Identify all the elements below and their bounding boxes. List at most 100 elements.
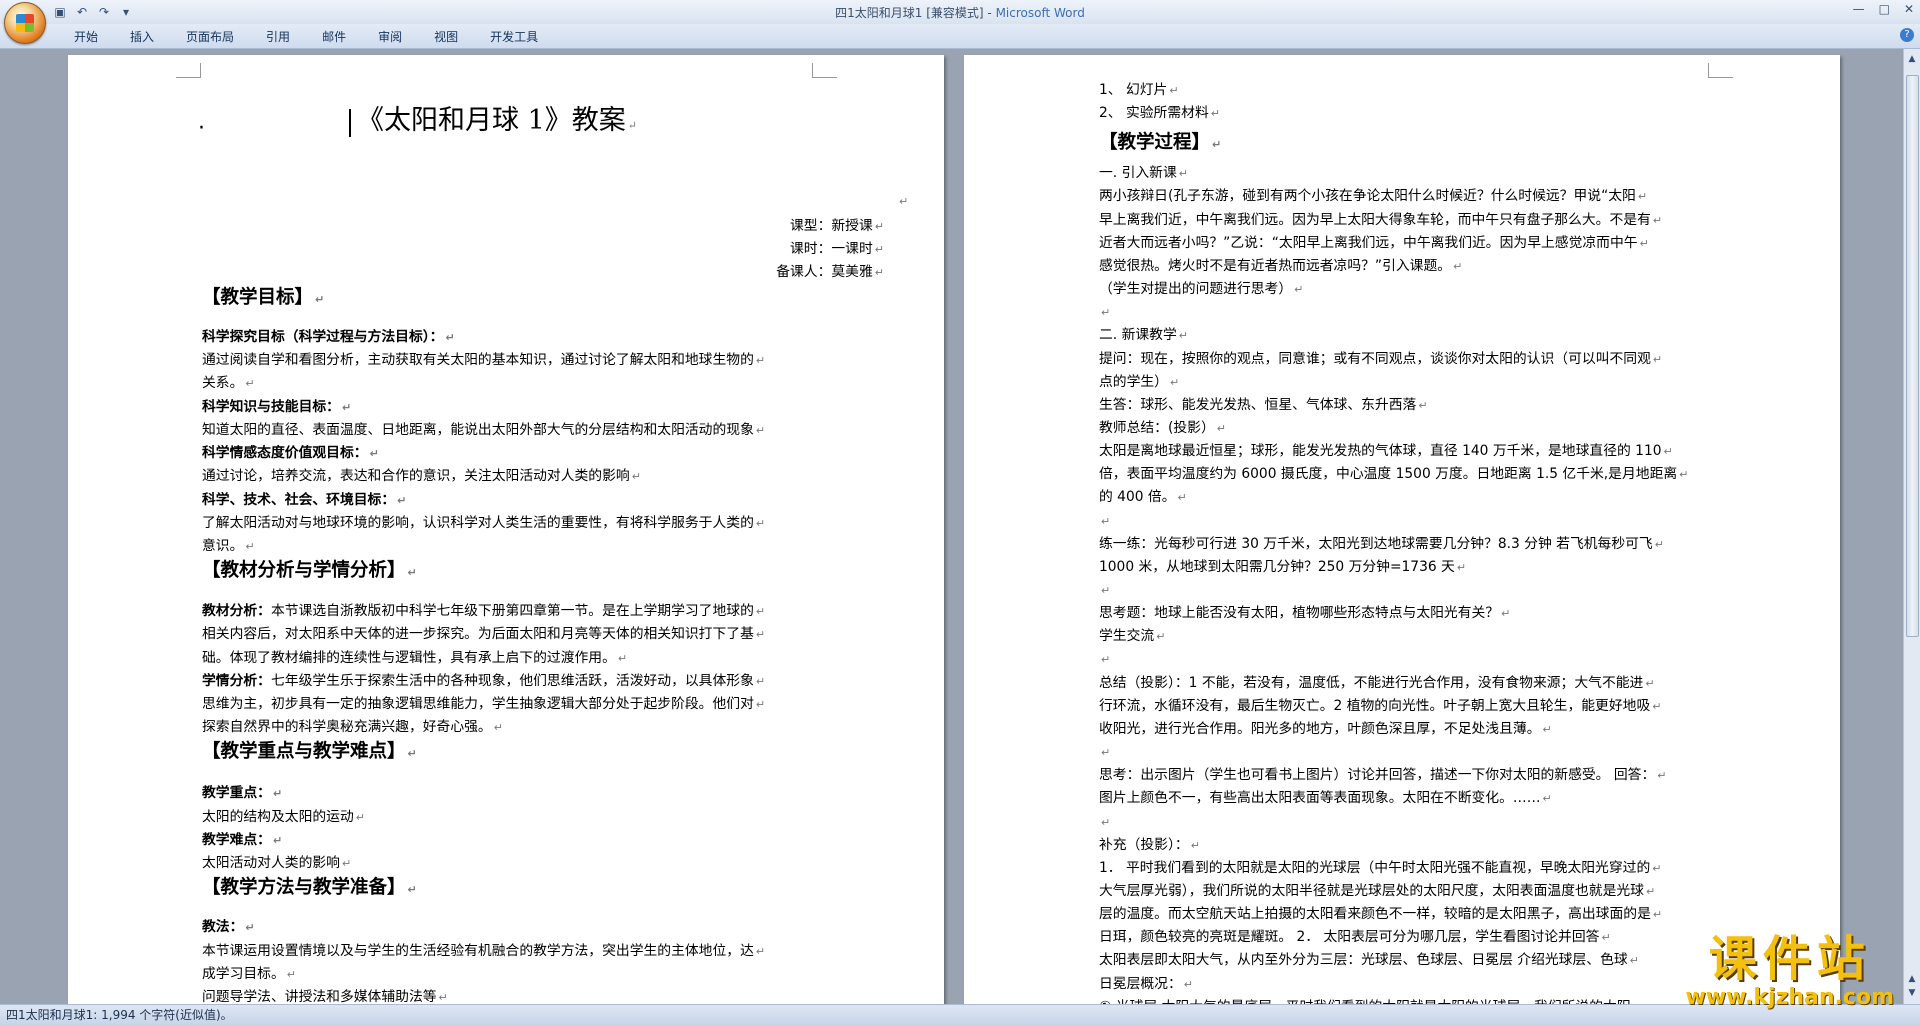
text-line: 练一练：光每秒可行进 30 万千米，太阳光到达地球需要几分钟？8.3 分钟 若飞… bbox=[1099, 535, 1664, 552]
text-line: 提问：现在，按照你的观点，同意谁；或有不同观点，谈谈你对太阳的认识（可以叫不同观… bbox=[1099, 350, 1663, 367]
text-line: 1、 幻灯片 ↵ bbox=[1099, 82, 1179, 98]
text-line: 科学、技术、社会、环境目标： ↵ bbox=[202, 492, 407, 508]
tab-7[interactable]: 开发工具 bbox=[474, 29, 554, 45]
document-title: 《太阳和月球 1》教案 ↵ bbox=[349, 107, 637, 138]
text-line: 通过讨论，培养交流，表达和合作的意识，关注太阳活动对人类的影响 ↵ bbox=[202, 468, 641, 484]
next-page-icon[interactable]: ▼ bbox=[1906, 987, 1918, 999]
section-heading: 【教学方法与教学准备】 ↵ bbox=[202, 877, 417, 898]
tab-2[interactable]: 页面布局 bbox=[170, 29, 250, 45]
meta-line: 备课人：莫美雅 ↵ bbox=[776, 264, 884, 280]
document-page-1[interactable]: · 《太阳和月球 1》教案 ↵ ↵ 课型：新授课 ↵ 课时：一课时 ↵ 备课人：莫美雅 ↵ … bbox=[68, 55, 944, 1004]
text-line: 太阳表层即太阳大气，从内至外分为三层：光球层、色球层、日冕层 介绍光球层、色球 ↵ bbox=[1099, 952, 1639, 969]
section-heading: 【教学目标】 ↵ bbox=[202, 287, 325, 308]
tab-3[interactable]: 引用 bbox=[250, 29, 306, 45]
text-line: 意识。 ↵ bbox=[202, 538, 255, 554]
scroll-thumb[interactable] bbox=[1906, 75, 1919, 637]
meta-line: 课时：一课时 ↵ bbox=[790, 241, 884, 257]
section-heading: 【教学重点与教学难点】 ↵ bbox=[202, 741, 417, 762]
text-line: 教法： ↵ bbox=[202, 919, 255, 935]
section-heading: 【教学过程】 ↵ bbox=[1099, 132, 1222, 154]
crop-mark bbox=[1708, 63, 1733, 78]
text-line: 知道太阳的直径、表面温度、日地距离，能说出太阳外部大气的分层结构和太阳活动的现象… bbox=[202, 422, 766, 438]
text-line: ↵ bbox=[1101, 746, 1111, 760]
text-line: 1000 米，从地球到太阳需几分钟？250 万分钟=1736 天 ↵ bbox=[1099, 558, 1467, 575]
text-line: ① 光球层 太阳大气的最底层。平时我们看到的太阳就是太阳的光球层，我们所说的太阳… bbox=[1099, 996, 1642, 1004]
text-line: 思考：出示图片（学生也可看书上图片）讨论并回答，描述一下你对太阳的新感受。 回答… bbox=[1099, 767, 1667, 784]
text-line: 二. 新课教学 ↵ bbox=[1099, 327, 1188, 344]
prev-page-icon[interactable]: ▲ bbox=[1906, 973, 1918, 985]
crop-mark bbox=[812, 63, 837, 78]
vertical-scrollbar[interactable]: ▲ ▲ ▼ bbox=[1903, 49, 1920, 1004]
text-line: 近者大而远者小吗？”乙说：“太阳早上离我们远，中午离我们近。因为早上感觉凉而中午… bbox=[1099, 234, 1649, 251]
text-line: 1． 平时我们看到的太阳就是太阳的光球层（中午时太阳光强不能直视，早晚太阳光穿过… bbox=[1099, 859, 1662, 876]
text-line: 收阳光，进行光合作用。阳光多的地方，叶颜色深且厚，不足处浅且薄。 ↵ bbox=[1099, 720, 1552, 737]
text-line: 日珥，颜色较亮的亮斑是耀斑。 2． 太阳表层可分为哪几层，学生看图讨论并回答 ↵ bbox=[1099, 929, 1611, 946]
text-line: 层的温度。而太空航天站上拍摄的太阳看来颜色不一样，较暗的是太阳黑子，高出球面的是… bbox=[1099, 906, 1663, 923]
text-line: 了解太阳活动对与地球环境的影响，认识科学对人类生活的重要性，有将科学服务于人类的… bbox=[202, 515, 766, 531]
text-line: 关系。 ↵ bbox=[202, 375, 255, 391]
text-line: 总结（投影）：1 不能，若没有，温度低，不能进行光合作用，没有食物来源；大气不能… bbox=[1099, 674, 1655, 691]
text-line: 生答：球形、能发光发热、恒星、气体球、东升西落 ↵ bbox=[1099, 396, 1428, 413]
text-line: 本节课运用设置情境以及与学生的生活经验有机融合的教学方法，突出学生的主体地位，达… bbox=[202, 943, 766, 959]
text-line: 础。体现了教材编排的连续性与逻辑性，具有承上启下的过渡作用。 ↵ bbox=[202, 650, 628, 666]
text-line: 科学知识与技能目标： ↵ bbox=[202, 399, 352, 415]
text-line: （学生对提出的问题进行思考） ↵ bbox=[1099, 281, 1304, 298]
scroll-up-icon[interactable]: ▲ bbox=[1906, 53, 1918, 65]
tab-1[interactable]: 插入 bbox=[114, 29, 170, 45]
watermark-text: 课件站 bbox=[1708, 931, 1871, 987]
text-line: 成学习目标。 ↵ bbox=[202, 966, 296, 982]
window-title: 四1太阳和月球1 [兼容模式] - Microsoft Word bbox=[835, 6, 1085, 20]
restore-icon[interactable]: □ bbox=[1879, 2, 1890, 16]
ribbon-tabs: 开始 插入 页面布局 引用 邮件 审阅 视图 开发工具 bbox=[58, 29, 554, 45]
text-line: 科学探究目标（科学过程与方法目标）： ↵ bbox=[202, 329, 455, 345]
text-line: ↵ bbox=[1101, 584, 1111, 597]
text-line: 教学重点： ↵ bbox=[202, 785, 283, 801]
text-line: 感觉很热。烤火时不是有近者热而远者凉吗？”引入课题。 ↵ bbox=[1099, 257, 1463, 274]
section-heading: 【教材分析与学情分析】 ↵ bbox=[202, 560, 417, 581]
text-line: ↵ bbox=[1101, 306, 1111, 320]
ribbon-tab-bar: 开始 插入 页面布局 引用 邮件 审阅 视图 开发工具 ? bbox=[0, 24, 1920, 49]
text-line: ↵ bbox=[1101, 653, 1111, 667]
office-button[interactable] bbox=[4, 2, 46, 44]
help-icon[interactable]: ? bbox=[1900, 28, 1914, 42]
close-icon[interactable]: ✕ bbox=[1904, 2, 1914, 16]
text-line: 日冕层概况： ↵ bbox=[1099, 975, 1193, 992]
text-line: 太阳的结构及太阳的运动 ↵ bbox=[202, 809, 365, 825]
text-line: 一. 引入新课 ↵ bbox=[1099, 165, 1188, 182]
minimize-icon[interactable]: — bbox=[1853, 2, 1865, 16]
text-line: 的 400 倍。 ↵ bbox=[1099, 489, 1187, 506]
text-line: 倍，表面平均温度约为 6000 摄氏度，中心温度 1500 万度。日地距离 1.… bbox=[1099, 466, 1689, 483]
document-workspace: · 《太阳和月球 1》教案 ↵ ↵ 课型：新授课 ↵ 课时：一课时 ↵ 备课人：莫美雅 ↵ … bbox=[0, 49, 1904, 1004]
text-line: 探索自然界中的科学奥秘充满兴趣，好奇心强。 ↵ bbox=[202, 719, 503, 735]
text-line: 思维为主，初步具有一定的抽象逻辑思维能力，学生抽象逻辑大部分处于起步阶段。他们对… bbox=[202, 696, 766, 712]
text-line: 行环流，水循环没有，最后生物灭亡。2 植物的向光性。叶子朝上宽大且轮生，能更好地… bbox=[1099, 697, 1662, 714]
text-line: 两小孩辩日(孔子东游，碰到有两个小孩在争论太阳什么时候近？什么时候远？甲说“太阳… bbox=[1099, 188, 1648, 205]
text-line: ↵ bbox=[1101, 514, 1111, 528]
tab-5[interactable]: 审阅 bbox=[362, 29, 418, 45]
meta-line: 课型：新授课 ↵ bbox=[790, 218, 884, 234]
text-line: 太阳活动对人类的影响 ↵ bbox=[202, 855, 352, 871]
text-line: 补充（投影）： ↵ bbox=[1099, 836, 1200, 853]
text-line: 点的学生） ↵ bbox=[1099, 373, 1180, 390]
tab-0[interactable]: 开始 bbox=[58, 29, 114, 45]
text-line: 教材分析：本节课选自浙教版初中科学七年级下册第四章第一节。是在上学期学习了地球的… bbox=[202, 603, 766, 619]
text-line: 相关内容后，对太阳系中天体的进一步探究。为后面太阳和月亮等天体的相关知识打下了基… bbox=[202, 626, 766, 642]
word-count[interactable]: 四1太阳和月球1: 1,994 个字符(近似值)。 bbox=[6, 1008, 233, 1022]
text-line: 通过阅读自学和看图分析，主动获取有关太阳的基本知识，通过讨论了解太阳和地球生物的… bbox=[202, 352, 766, 368]
document-page-2[interactable]: 1、 幻灯片 ↵ 2、 实验所需材料 ↵ 【教学过程】 ↵ 一. 引入新课 ↵ 两小孩辩日(孔子… bbox=[964, 55, 1840, 1004]
title-bar: ▣ ↶ ↷ ▾ 四1太阳和月球1 [兼容模式] - Microsoft Word… bbox=[0, 0, 1920, 25]
tab-6[interactable]: 视图 bbox=[418, 29, 474, 45]
text-line: ↵ bbox=[1101, 815, 1111, 829]
text-line: 早上离我们近，中午离我们远。因为早上太阳大得象车轮，而中午只有盘子那么大。不是有… bbox=[1099, 211, 1663, 228]
text-line: 思考题：地球上能否没有太阳，植物哪些形态特点与太阳光有关？ ↵ bbox=[1099, 605, 1511, 622]
bullet-mark: · bbox=[198, 116, 205, 141]
text-line: 2、 实验所需材料 ↵ bbox=[1099, 105, 1220, 122]
text-line: 学情分析：七年级学生乐于探索生活中的各种现象，他们思维活跃，活泼好动，以具体形象… bbox=[202, 673, 766, 689]
crop-mark bbox=[176, 63, 201, 78]
office-logo-icon bbox=[16, 14, 34, 32]
tab-4[interactable]: 邮件 bbox=[306, 29, 362, 45]
text-line: 教学难点： ↵ bbox=[202, 832, 283, 848]
watermark-logo: 课件站 www.kjzhan.com bbox=[1685, 932, 1894, 1010]
window-controls: — □ ✕ bbox=[1853, 2, 1914, 16]
text-line: 图片上颜色不一，有些高出太阳表面等表面现象。太阳在不断变化。…… ↵ bbox=[1099, 790, 1552, 807]
